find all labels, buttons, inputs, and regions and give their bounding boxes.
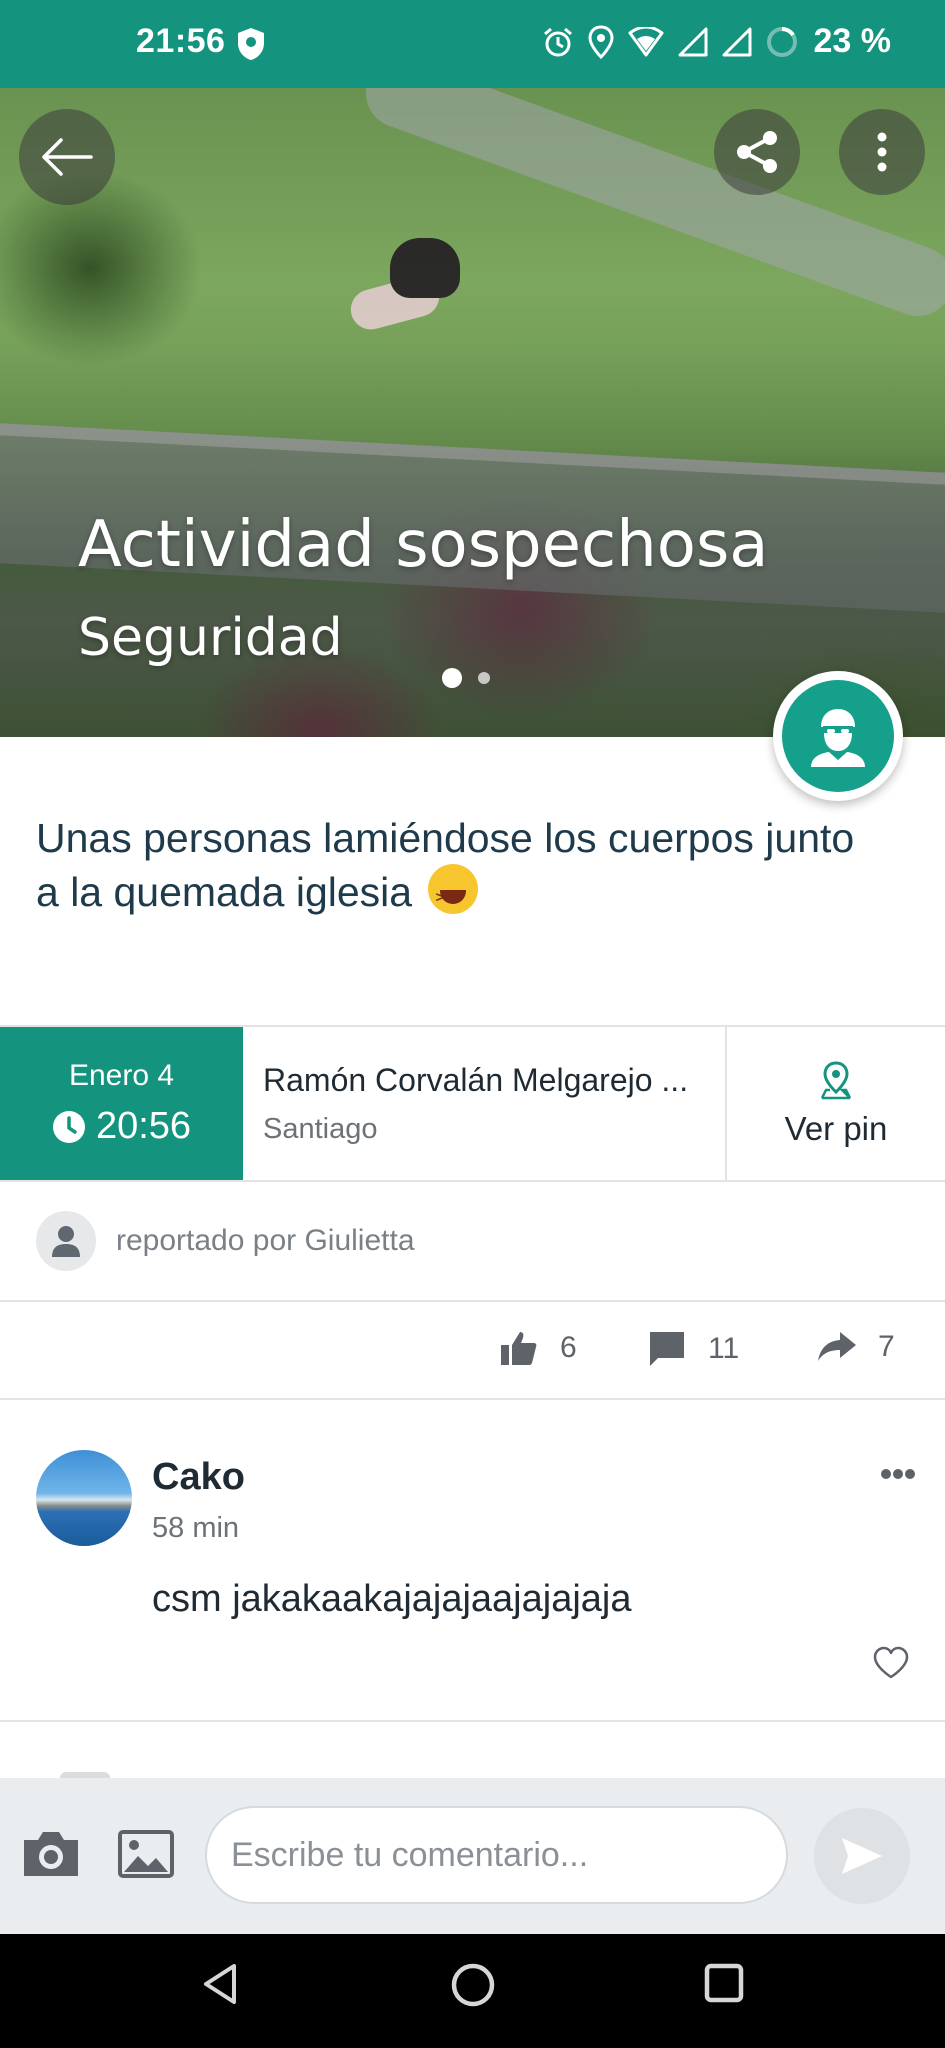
masked-person-icon xyxy=(811,709,865,767)
comment-icon xyxy=(650,1332,684,1366)
user-icon xyxy=(52,1226,80,1257)
signal-icon xyxy=(678,27,707,56)
like-button[interactable]: 6 xyxy=(500,1330,577,1366)
comment-count-button[interactable]: 11 xyxy=(648,1330,739,1368)
navigation-bar xyxy=(0,1934,945,2048)
report-address: Ramón Corvalán Melgarejo ... Santiago xyxy=(243,1027,727,1180)
map-pin-icon xyxy=(820,1060,852,1099)
image-gallery-icon[interactable] xyxy=(118,1830,174,1878)
report-title: Actividad sospechosa xyxy=(78,508,769,582)
report-datetime: Enero 4 20:56 xyxy=(0,1027,243,1180)
more-options-button[interactable] xyxy=(839,109,925,195)
nav-back-icon[interactable] xyxy=(200,1962,240,2006)
report-info-row: Enero 4 20:56 Ramón Corvalán Melgarejo .… xyxy=(0,1025,945,1182)
report-time: 20:56 xyxy=(95,1105,192,1147)
carousel-dot-active[interactable] xyxy=(442,668,462,688)
address-city: Santiago xyxy=(263,1112,378,1145)
view-pin-label: Ver pin xyxy=(784,1109,888,1147)
comment-composer xyxy=(0,1778,945,1934)
camera-icon[interactable] xyxy=(20,1828,82,1880)
category-badge xyxy=(773,671,903,801)
shield-icon xyxy=(238,28,264,60)
back-button[interactable] xyxy=(19,109,115,205)
like-count: 6 xyxy=(560,1331,577,1364)
comment-text: csm jakakaakajajajaajajajaja xyxy=(152,1578,632,1620)
status-icons: 23 % xyxy=(542,22,892,61)
status-bar: 21:56 23 % xyxy=(0,0,945,88)
report-description: Unas personas lamiéndose los cuerpos jun… xyxy=(36,812,856,924)
clock-icon xyxy=(52,1110,85,1143)
comment-count: 11 xyxy=(708,1332,740,1365)
report-date: Enero 4 xyxy=(68,1059,175,1092)
carousel-indicator xyxy=(442,668,490,688)
address-street: Ramón Corvalán Melgarejo ... xyxy=(263,1061,689,1098)
hero-image[interactable]: Actividad sospechosa Seguridad xyxy=(0,88,945,737)
status-time: 21:56 xyxy=(136,22,226,60)
share-arrow-icon xyxy=(818,1332,856,1361)
location-icon xyxy=(587,24,614,59)
more-horizontal-icon[interactable] xyxy=(880,1468,916,1480)
share-button[interactable] xyxy=(714,109,800,195)
wifi-icon xyxy=(628,26,663,56)
nav-home-icon[interactable] xyxy=(450,1962,496,2008)
share-count: 7 xyxy=(878,1330,895,1363)
more-vertical-icon xyxy=(877,132,887,172)
thumbs-up-icon xyxy=(501,1332,537,1365)
report-stats: 6 11 7 xyxy=(0,1302,945,1400)
commenter-avatar[interactable] xyxy=(36,1450,132,1546)
send-icon xyxy=(842,1838,882,1874)
share-count-button[interactable]: 7 xyxy=(818,1330,895,1364)
arrow-back-icon xyxy=(42,138,93,176)
signal-icon xyxy=(722,27,751,56)
comment-item: Cako 58 min csm jakakaakajajajaajajajaja xyxy=(0,1400,945,1722)
reporter-row[interactable]: reportado por Giulietta xyxy=(0,1182,945,1302)
carousel-dot[interactable] xyxy=(478,672,490,684)
battery-percent: 23 % xyxy=(813,22,892,60)
share-icon xyxy=(737,131,777,173)
avatar xyxy=(36,1211,96,1271)
report-category: Seguridad xyxy=(78,608,343,668)
alarm-icon xyxy=(543,27,572,56)
nav-recents-icon[interactable] xyxy=(703,1962,745,2004)
view-pin-button[interactable]: Ver pin xyxy=(727,1027,945,1180)
reported-by-text: reportado por Giulietta xyxy=(116,1224,415,1257)
comment-input[interactable] xyxy=(205,1806,788,1904)
battery-icon xyxy=(766,26,797,57)
commenter-name[interactable]: Cako xyxy=(152,1456,245,1499)
laughing-emoji-icon xyxy=(427,864,478,924)
comment-time: 58 min xyxy=(152,1512,240,1544)
heart-icon[interactable] xyxy=(872,1646,910,1680)
send-button[interactable] xyxy=(814,1808,910,1904)
